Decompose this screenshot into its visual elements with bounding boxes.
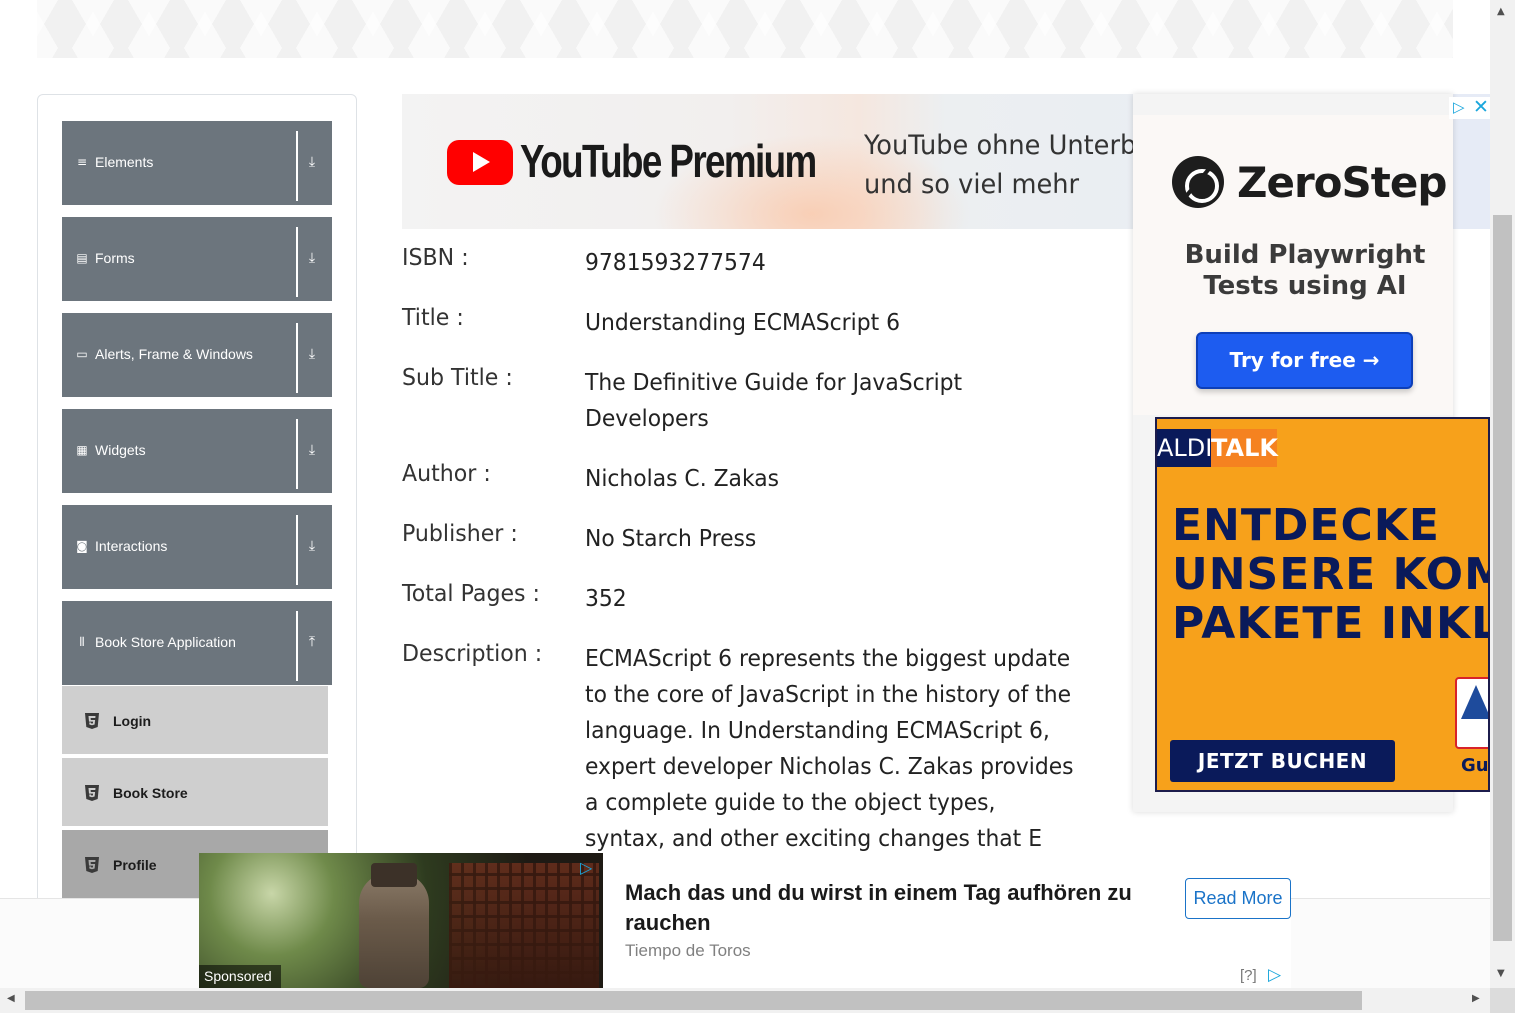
divider — [296, 227, 298, 297]
sidebar-item-label: Book Store — [113, 785, 188, 801]
sidebar-group-interactions[interactable]: ◙ Interactions ⤓ — [62, 505, 332, 589]
interactions-icon: ◙ — [76, 539, 88, 553]
subtitle-row: Sub Title : The Definitive Guide for Jav… — [402, 365, 1102, 441]
vertical-scroll-thumb[interactable] — [1493, 215, 1512, 941]
sidebar-group-label: Book Store Application — [95, 634, 236, 650]
ad-wordmark: YouTube Premium — [520, 135, 817, 187]
title-row: Title : Understanding ECMAScript 6 — [402, 305, 1102, 345]
sidebar-group-label: Alerts, Frame & Windows — [95, 346, 253, 362]
title-value: Understanding ECMAScript 6 — [585, 310, 901, 336]
pages-value: 352 — [585, 586, 627, 612]
ad-tagline: YouTube ohne Unterbre und so viel mehr — [864, 130, 1163, 200]
sidebar-item-book-store[interactable]: Book Store — [62, 758, 328, 828]
top-decorative-banner — [37, 0, 1453, 58]
scroll-left-icon[interactable]: ◀ — [7, 993, 15, 1004]
sidebar-group-label: Widgets — [95, 442, 146, 458]
vertical-scrollbar[interactable]: ▲ ▼ — [1490, 0, 1515, 988]
description-row: Description : ECMAScript 6 represents th… — [402, 641, 1102, 857]
isbn-label: ISBN : — [402, 245, 469, 271]
ad-help-link[interactable]: [?] — [1240, 967, 1257, 984]
sidebar-group-label: Elements — [95, 154, 154, 170]
aldi-logo: ALDI — [1157, 429, 1212, 467]
expand-arrow-icon: ⤓ — [308, 154, 316, 170]
pages-row: Total Pages : 352 — [402, 581, 1102, 621]
sidebar-item-login[interactable]: Login — [62, 686, 328, 756]
ad-choices[interactable]: ▷ ✕ — [1449, 96, 1491, 119]
youtube-play-icon — [447, 140, 513, 185]
divider — [296, 323, 298, 393]
author-label: Author : — [402, 461, 491, 487]
aldi-headline: ENTDECKE UNSERE KOMI PAKETE INKL. — [1172, 500, 1490, 649]
try-for-free-button[interactable]: Try for free → — [1196, 332, 1413, 389]
subtitle-label: Sub Title : — [402, 365, 513, 391]
isbn-row: ISBN : 9781593277574 — [402, 245, 1102, 285]
aldi-talk-ad[interactable]: ALDI TALK ENTDECKE UNSERE KOMI PAKETE IN… — [1155, 417, 1490, 792]
hamburger-icon: ≡ — [76, 155, 88, 169]
aldi-badge-icon — [1455, 677, 1488, 749]
description-value: ECMAScript 6 represents the biggest upda… — [585, 646, 1074, 852]
subtitle-value: The Definitive Guide for JavaScript Deve… — [585, 370, 963, 432]
author-row: Author : Nicholas C. Zakas — [402, 461, 1102, 501]
sidebar-item-label: Profile — [113, 857, 157, 873]
scroll-up-icon[interactable]: ▲ — [1497, 6, 1505, 17]
title-label: Title : — [402, 305, 464, 331]
aldi-badge-text: Gut — [1461, 755, 1489, 776]
form-icon: ▤ — [76, 251, 88, 265]
books-icon: ⫴ — [79, 635, 85, 649]
expand-arrow-icon: ⤓ — [308, 442, 316, 458]
scroll-down-icon[interactable]: ▼ — [1497, 968, 1505, 979]
isbn-value: 9781593277574 — [585, 250, 766, 276]
scrollbar-corner — [1490, 988, 1515, 1013]
description-label: Description : — [402, 641, 543, 667]
sidebar-item-label: Login — [113, 713, 152, 729]
talk-logo: TALK — [1211, 429, 1278, 467]
author-value: Nicholas C. Zakas — [585, 466, 779, 492]
expand-arrow-icon: ⤓ — [308, 346, 316, 362]
publisher-value: No Starch Press — [585, 526, 757, 552]
divider — [296, 611, 298, 681]
publisher-row: Publisher : No Starch Press — [402, 521, 1102, 561]
sponsored-title[interactable]: Mach das und du wirst in einem Tag aufhö… — [625, 878, 1165, 938]
close-ad-icon[interactable]: ✕ — [1473, 96, 1489, 118]
publisher-label: Publisher : — [402, 521, 518, 547]
divider — [296, 419, 298, 489]
expand-arrow-icon: ⤓ — [308, 250, 316, 266]
adchoices-icon[interactable]: ▷ — [1453, 98, 1465, 116]
html5-icon — [85, 785, 99, 801]
adchoices-icon[interactable]: ▷ — [1268, 965, 1281, 985]
zerostep-headline: Build Playwright Tests using AI — [1184, 240, 1426, 301]
zerostep-logo-icon — [1172, 156, 1224, 208]
zerostep-brand: ZeroStep — [1237, 158, 1447, 207]
sidebar-group-elements[interactable]: ≡ Elements ⤓ — [62, 121, 332, 205]
sidebar-group-label: Interactions — [95, 538, 168, 554]
adchoices-icon[interactable]: ▷ — [580, 858, 592, 877]
divider — [296, 515, 298, 585]
divider — [296, 131, 298, 201]
expand-arrow-icon: ⤓ — [308, 538, 316, 554]
sidebar-group-book-store-application[interactable]: ⫴ Book Store Application ⤒ — [62, 601, 332, 685]
read-more-button[interactable]: Read More — [1185, 878, 1291, 919]
jetzt-buchen-button[interactable]: JETZT BUCHEN — [1170, 740, 1395, 782]
collapse-arrow-icon: ⤒ — [308, 634, 316, 650]
sidebar-group-forms[interactable]: ▤ Forms ⤓ — [62, 217, 332, 301]
sponsored-label: Sponsored — [199, 965, 281, 988]
sidebar-group-label: Forms — [95, 250, 135, 266]
scroll-right-icon[interactable]: ▶ — [1472, 993, 1480, 1004]
horizontal-scroll-thumb[interactable] — [25, 991, 1362, 1010]
sidebar-group-alerts[interactable]: ▭ Alerts, Frame & Windows ⤓ — [62, 313, 332, 397]
pages-label: Total Pages : — [402, 581, 540, 607]
widgets-icon: ▦ — [76, 443, 88, 457]
sponsored-source: Tiempo de Toros — [625, 941, 751, 960]
html5-icon — [85, 857, 99, 873]
window-icon: ▭ — [76, 347, 88, 361]
horizontal-scrollbar[interactable]: ◀ ▶ — [0, 988, 1490, 1013]
html5-icon — [85, 713, 99, 729]
sidebar-group-widgets[interactable]: ▦ Widgets ⤓ — [62, 409, 332, 493]
